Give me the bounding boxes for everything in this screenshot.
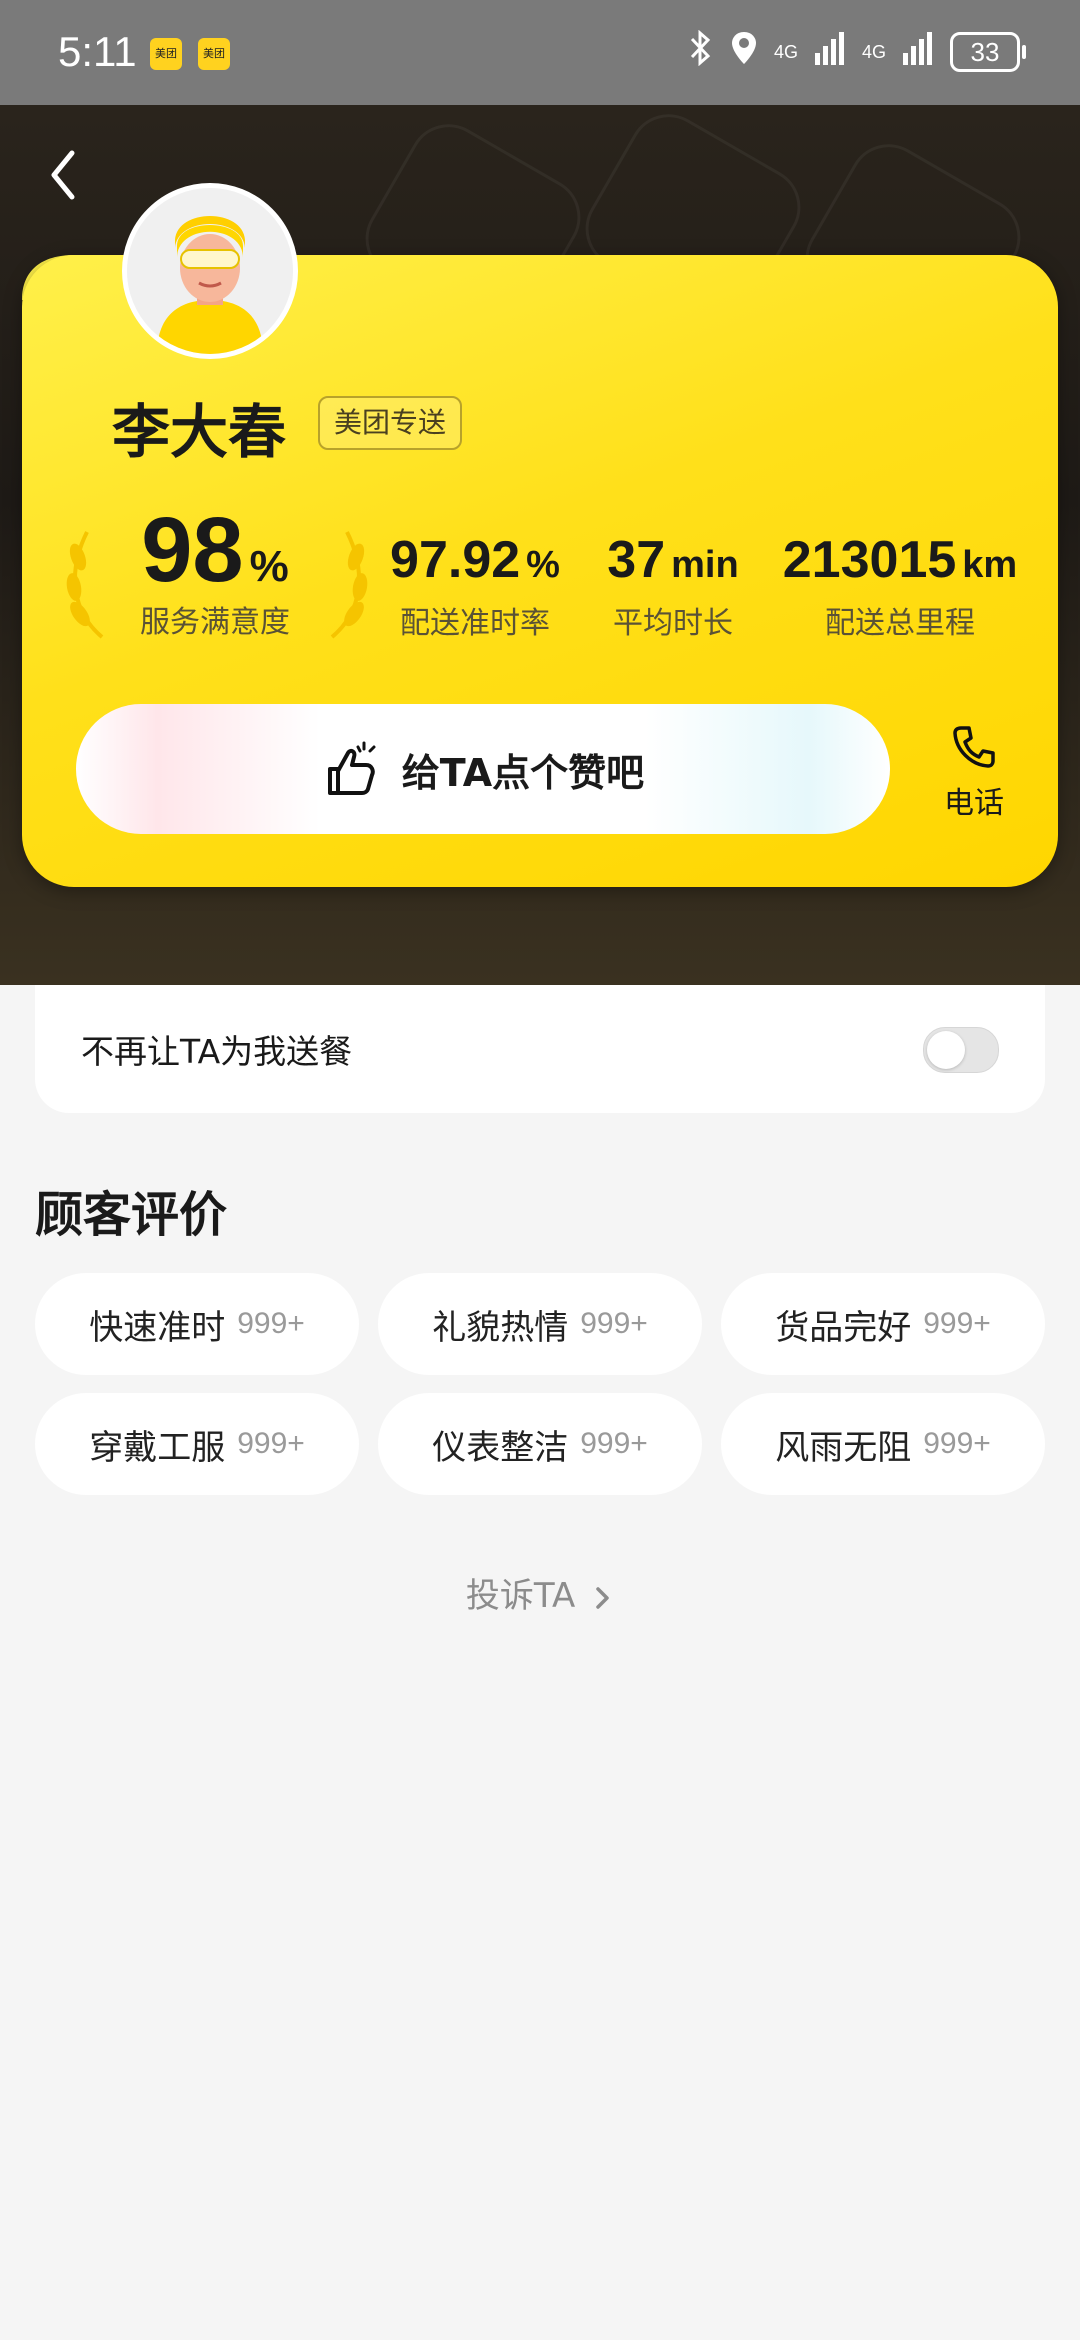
block-rider-row: 不再让TA为我送餐 bbox=[35, 985, 1045, 1113]
chevron-right-icon bbox=[596, 1586, 609, 1609]
review-tag-label: 穿戴工服 bbox=[89, 1427, 226, 1468]
stat-value: 98 bbox=[141, 499, 244, 601]
review-tag-label: 风雨无阻 bbox=[775, 1427, 912, 1468]
review-tag[interactable]: 仪表整洁 999+ bbox=[378, 1393, 702, 1495]
status-icons: 4G 4G 33 bbox=[688, 29, 1026, 73]
bluetooth-icon bbox=[688, 29, 714, 73]
review-tag-count: 999+ bbox=[923, 1427, 991, 1460]
block-rider-toggle[interactable] bbox=[923, 1027, 999, 1073]
battery-indicator: 33 bbox=[950, 31, 1026, 72]
stat-on-time-rate: 97.92% 配送准时率 bbox=[380, 530, 570, 642]
phone-label: 电话 bbox=[944, 786, 1004, 821]
review-tag[interactable]: 货品完好 999+ bbox=[721, 1273, 1045, 1375]
review-tag-count: 999+ bbox=[923, 1307, 991, 1340]
stat-label: 服务满意度 bbox=[140, 605, 290, 640]
like-button-label: 给TA点个赞吧 bbox=[401, 750, 645, 795]
stat-unit: % bbox=[526, 544, 560, 586]
review-tag[interactable]: 风雨无阻 999+ bbox=[721, 1393, 1045, 1495]
review-tag-label: 货品完好 bbox=[775, 1307, 912, 1348]
rider-avatar bbox=[122, 183, 298, 359]
stat-total-distance: 213015 km 配送总里程 bbox=[780, 530, 1020, 642]
meituan-notification-icon: 美团 bbox=[150, 38, 182, 70]
stat-value: 37 bbox=[607, 531, 666, 589]
review-tag-label: 仪表整洁 bbox=[432, 1427, 569, 1468]
review-tag[interactable]: 穿戴工服 999+ bbox=[35, 1393, 359, 1495]
thumbs-up-icon bbox=[327, 741, 376, 795]
stat-unit: % bbox=[249, 542, 289, 591]
toggle-knob bbox=[927, 1031, 965, 1069]
laurel-left-icon bbox=[66, 531, 104, 639]
block-rider-label: 不再让TA为我送餐 bbox=[81, 1032, 353, 1071]
stat-avg-duration: 37 min 平均时长 bbox=[588, 530, 758, 642]
review-tag-label: 礼貌热情 bbox=[432, 1307, 569, 1348]
signal-bars-icon bbox=[902, 31, 934, 72]
stat-satisfaction: 98% 服务满意度 bbox=[120, 498, 310, 641]
complain-link[interactable]: 投诉TA bbox=[0, 1568, 1080, 1617]
review-tag-count: 999+ bbox=[237, 1427, 305, 1460]
stat-label: 平均时长 bbox=[613, 606, 733, 641]
review-tag[interactable]: 礼貌热情 999+ bbox=[378, 1273, 702, 1375]
status-bar: 5:11 美团 美团 4G 4G 33 bbox=[0, 0, 1080, 105]
meituan-notification-icon: 美团 bbox=[198, 38, 230, 70]
review-tag[interactable]: 快速准时 999+ bbox=[35, 1273, 359, 1375]
signal-bars-icon bbox=[814, 31, 846, 72]
delivery-type-badge: 美团专送 bbox=[318, 396, 463, 450]
signal-4g-label: 4G bbox=[861, 41, 886, 62]
like-rider-button[interactable]: 给TA点个赞吧 bbox=[76, 704, 890, 834]
review-tag-label: 快速准时 bbox=[89, 1307, 226, 1348]
reviews-section-title: 顾客评价 bbox=[35, 1187, 228, 1243]
stat-label: 配送总里程 bbox=[825, 606, 975, 641]
signal-4g-label: 4G bbox=[773, 41, 798, 62]
phone-button[interactable]: 电话 bbox=[936, 724, 1012, 822]
status-time: 5:11 bbox=[58, 28, 137, 75]
rider-name: 李大春 bbox=[112, 398, 287, 466]
complain-label: 投诉TA bbox=[465, 1576, 576, 1616]
phone-icon bbox=[953, 726, 995, 768]
stat-value: 97.92 bbox=[390, 531, 521, 589]
laurel-right-icon bbox=[330, 531, 368, 639]
review-tag-count: 999+ bbox=[580, 1307, 648, 1340]
stat-label: 配送准时率 bbox=[400, 606, 550, 641]
review-tag-count: 999+ bbox=[237, 1307, 305, 1340]
location-icon bbox=[730, 30, 758, 73]
stat-unit: km bbox=[962, 544, 1018, 586]
stat-unit: min bbox=[671, 544, 739, 586]
review-tag-count: 999+ bbox=[580, 1427, 648, 1460]
stat-value: 213015 bbox=[782, 531, 957, 589]
